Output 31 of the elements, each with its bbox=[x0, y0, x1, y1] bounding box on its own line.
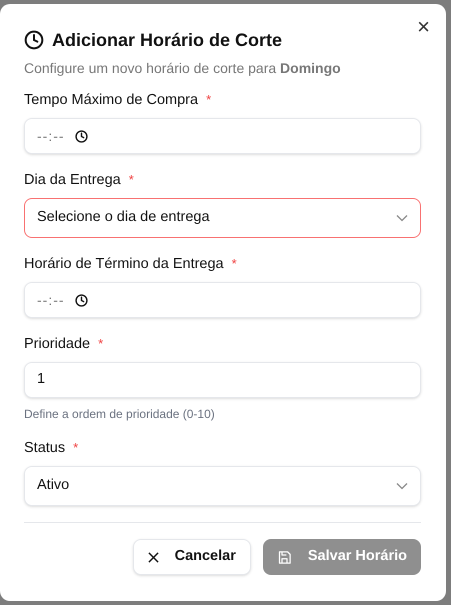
select-value: Ativo bbox=[37, 476, 70, 496]
field-label: Tempo Máximo de Compra bbox=[24, 91, 198, 110]
dialog-subtitle: Configure um novo horário de corte para Domingo bbox=[24, 59, 342, 78]
required-asterisk: * bbox=[128, 171, 134, 189]
field-label: Horário de Término da Entrega bbox=[24, 255, 224, 274]
chevron-down-icon bbox=[396, 482, 408, 490]
close-button[interactable]: × bbox=[417, 16, 430, 38]
number-input-field[interactable]: 1 bbox=[24, 362, 421, 398]
dialog-title: Adicionar Horário de Corte bbox=[52, 29, 282, 52]
close-icon bbox=[148, 552, 159, 562]
clock-icon bbox=[74, 130, 88, 142]
field-label: Dia da Entrega bbox=[24, 171, 121, 190]
chevron-down-icon bbox=[396, 214, 408, 222]
required-asterisk: * bbox=[98, 335, 104, 353]
clock-icon bbox=[74, 294, 88, 306]
select-field[interactable]: Ativo bbox=[24, 466, 421, 506]
clock-icon bbox=[24, 30, 44, 50]
input-value: 1 bbox=[37, 370, 46, 390]
field-label: Status bbox=[24, 439, 66, 458]
time-placeholder: --:-- bbox=[37, 126, 65, 146]
required-asterisk: * bbox=[232, 255, 237, 273]
required-asterisk: * bbox=[206, 91, 212, 109]
cancel-button[interactable]: Cancelar bbox=[132, 539, 251, 575]
field-label: Prioridade bbox=[24, 335, 90, 354]
required-asterisk: * bbox=[73, 439, 78, 457]
field-hint: Define a ordem de prioridade (0-10) bbox=[24, 406, 216, 422]
select-value: Selecione o dia de entrega bbox=[37, 208, 210, 228]
time-input-field[interactable]: --:-- bbox=[24, 282, 421, 318]
select-field[interactable]: Selecione o dia de entrega bbox=[24, 198, 421, 238]
time-input-field[interactable]: --:-- bbox=[24, 118, 421, 154]
time-placeholder: --:-- bbox=[37, 290, 65, 310]
